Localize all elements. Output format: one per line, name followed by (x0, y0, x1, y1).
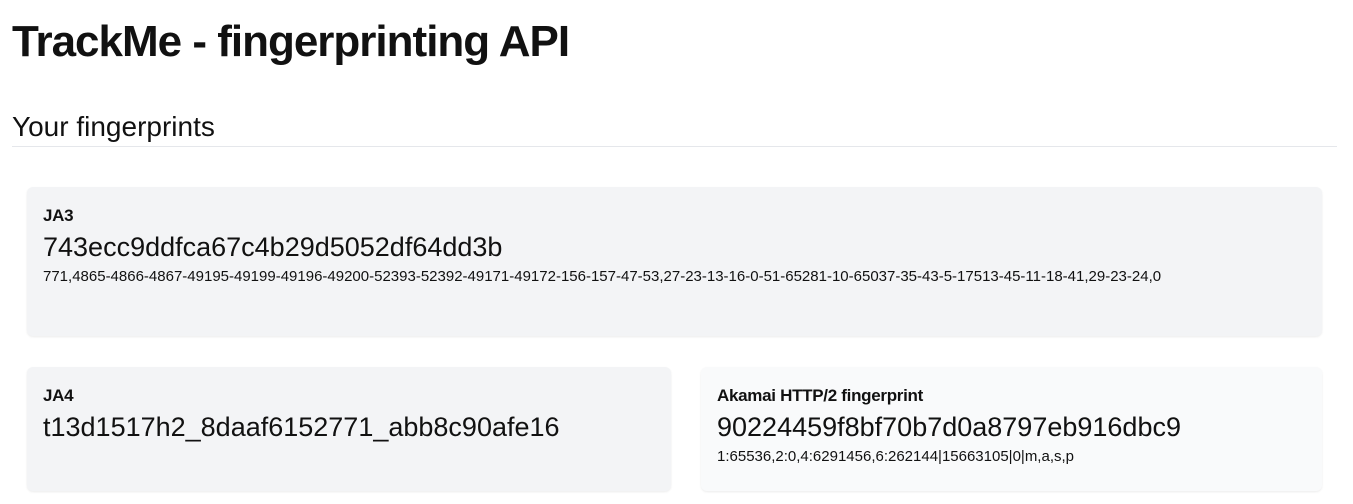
akamai-label: Akamai HTTP/2 fingerprint (717, 386, 923, 405)
ja3-card: JA3 743ecc9ddfca67c4b29d5052df64dd3b 771… (27, 187, 1322, 336)
page-title: TrackMe - fingerprinting API (12, 17, 570, 66)
section-divider (12, 146, 1337, 147)
akamai-hash: 90224459f8bf70b7d0a8797eb916dbc9 (717, 412, 1181, 442)
ja4-card: JA4 t13d1517h2_8daaf6152771_abb8c90afe16 (27, 367, 671, 491)
akamai-raw: 1:65536,2:0,4:6291456,6:262144|15663105|… (717, 448, 1074, 465)
ja4-hash: t13d1517h2_8daaf6152771_abb8c90afe16 (43, 412, 560, 442)
ja4-label: JA4 (43, 386, 74, 405)
section-title: Your fingerprints (12, 111, 215, 142)
ja3-raw: 771,4865-4866-4867-49195-49199-49196-492… (43, 268, 1162, 285)
ja3-hash: 743ecc9ddfca67c4b29d5052df64dd3b (43, 232, 503, 262)
ja3-label: JA3 (43, 206, 74, 225)
akamai-card: Akamai HTTP/2 fingerprint 90224459f8bf70… (701, 367, 1322, 491)
